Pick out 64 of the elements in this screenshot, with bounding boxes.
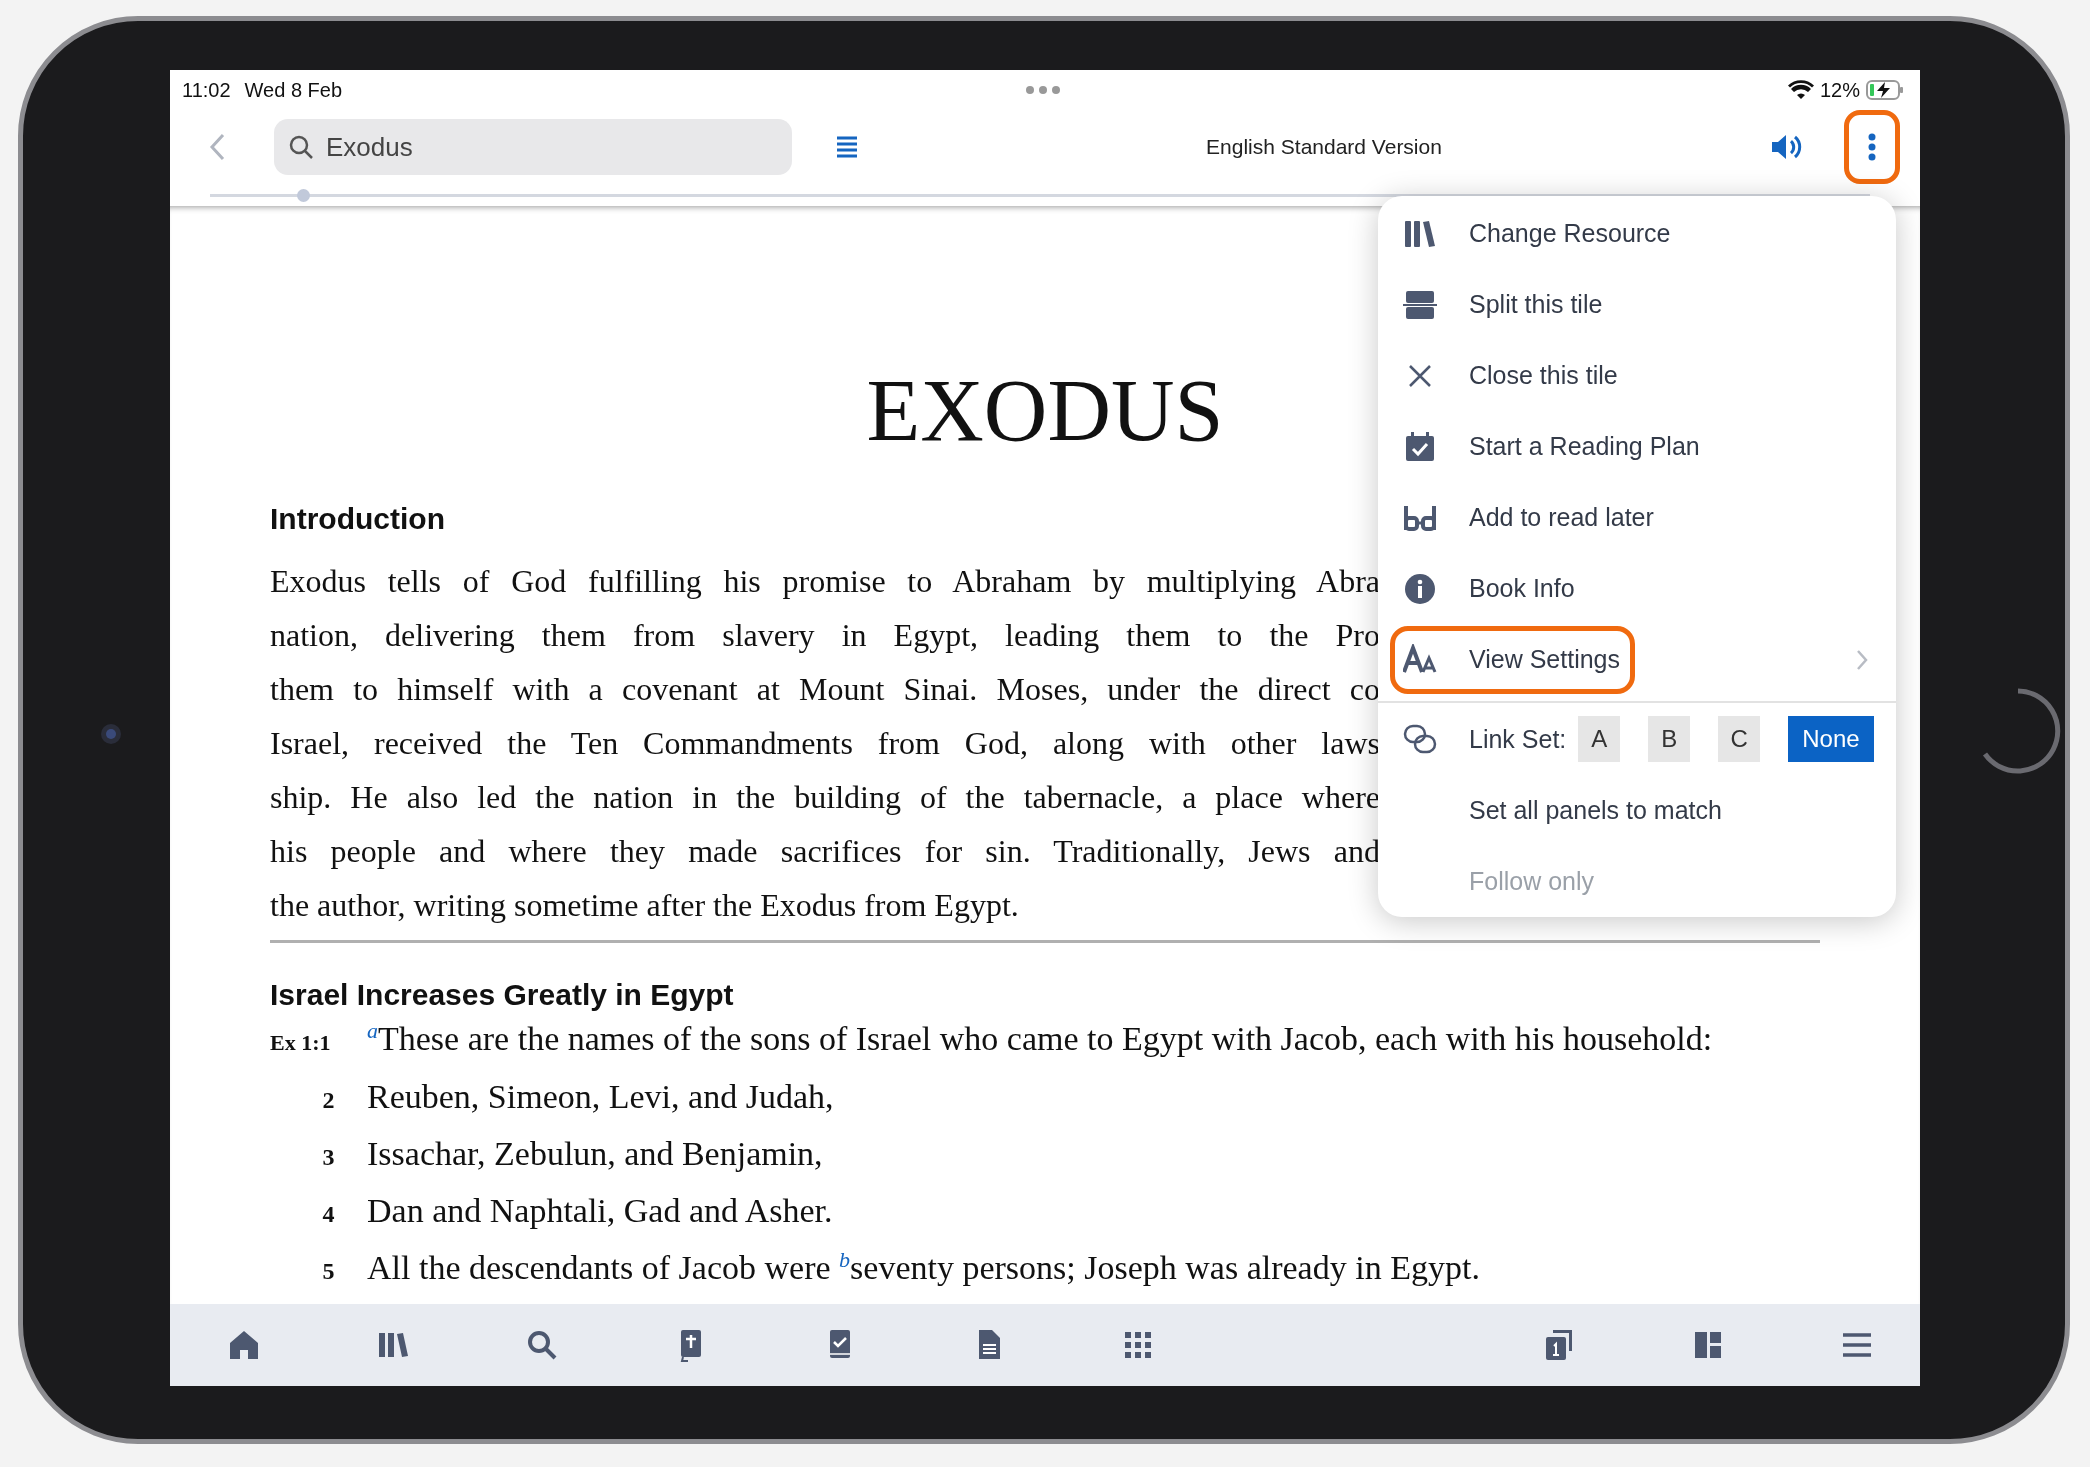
paragraph-line: nation, delivering them from slavery in Egypt, leading them to the Pro [270,616,1380,655]
paragraph-line: the author, writing sometime after the Exodus from Egypt. [270,886,1020,925]
menu-item-label: Close this tile [1469,361,1618,390]
resource-title[interactable]: English Standard Version [878,135,1770,159]
verse-number: 2 [321,1086,336,1115]
status-date: Wed 8 Feb [244,78,343,102]
link-set-label: Link Set: [1469,724,1567,754]
menu-item[interactable]: View Settings [1378,624,1896,695]
verse-number: 5 [321,1257,336,1286]
menu-item[interactable]: Split this tile [1378,269,1896,340]
menu-item[interactable]: Set all panels to match [1378,775,1722,846]
chevron-right-icon [1856,648,1868,671]
search-field[interactable]: Exodus [274,119,792,175]
home-icon[interactable] [227,1328,261,1362]
verse-number: 3 [321,1143,336,1172]
verse-text: Reuben, Simeon, Levi, and Judah, [367,1077,835,1117]
book-title: EXODUS [866,361,1224,461]
battery-charging-icon [1866,80,1904,100]
search-icon [288,134,314,160]
status-time: 11:02 [182,78,231,102]
menu-item-label: Split this tile [1469,290,1603,319]
link-icon [1403,723,1437,755]
more-button[interactable] [1844,110,1900,184]
menu-item[interactable]: Close this tile [1378,340,1896,411]
info-icon [1403,572,1437,605]
more-vertical-icon [1868,133,1876,161]
paragraph-line: them to himself with a covenant at Mount Sinai. Moses, under the direct co [270,670,1380,709]
verse-text: Issachar, Zebulun, and Benjamin, [367,1134,824,1174]
battery-percent: 12% [1819,78,1860,102]
verse-text: Dan and Naphtali, Gad and Asher. [367,1191,834,1231]
font-size-icon [1403,643,1437,676]
link-set-option[interactable]: B [1648,716,1691,762]
menu-item[interactable]: Start a Reading Plan [1378,411,1896,482]
link-set-option[interactable]: C [1718,716,1761,762]
link-set-option[interactable]: None [1788,716,1874,762]
verse-reference: Ex 1:1 [270,1029,332,1057]
verse-text: All the descendants of Jacob were $^{b}$seventy persons; Joseph was already in Egypt. [367,1245,1481,1288]
split-icon [1403,288,1437,321]
multitask-dots-icon[interactable] [1025,85,1061,95]
section-heading: Israel Increases Greatly in Egypt [270,978,734,1012]
progress-thumb[interactable] [296,188,310,202]
menu-item-label: Change Resource [1469,219,1671,248]
list-icon[interactable] [836,135,858,159]
calendar-check-icon [1403,430,1437,463]
paragraph-line: Exodus tells of God fulfilling his promise to Abraham by multiplying Abra [270,562,1380,601]
verse-number: 4 [321,1200,336,1229]
paragraph-line: his people and where they made sacrifices for sin. Traditionally, Jews and [270,832,1380,871]
wifi-icon [1787,80,1814,100]
camera-icon [100,723,122,745]
section-heading: Introduction [270,502,445,536]
speaker-icon[interactable] [1770,133,1804,161]
paragraph-line: Israel, received the Ten Commandments from God, along with other laws [270,724,1380,763]
menu-item-label: View Settings [1469,645,1620,674]
menu-item-label: Start a Reading Plan [1469,432,1700,461]
menu-item-label: Book Info [1469,574,1575,603]
menu-item[interactable]: Change Resource [1378,198,1896,269]
link-set-option[interactable]: A [1578,716,1621,762]
menu-item-label: Add to read later [1469,503,1654,532]
search-icon[interactable] [525,1328,559,1362]
menu-item: Follow only [1378,846,1595,917]
verse-text: $^{a}$These are the names of the sons of Israel who came to Egypt with Jacob, each with his household: [367,1016,1714,1059]
menu-item[interactable]: Add to read later [1378,482,1896,553]
menu-item[interactable]: Book Info [1378,553,1896,624]
paragraph-line: ship. He also led the nation in the building of the tabernacle, a place where [270,778,1380,817]
